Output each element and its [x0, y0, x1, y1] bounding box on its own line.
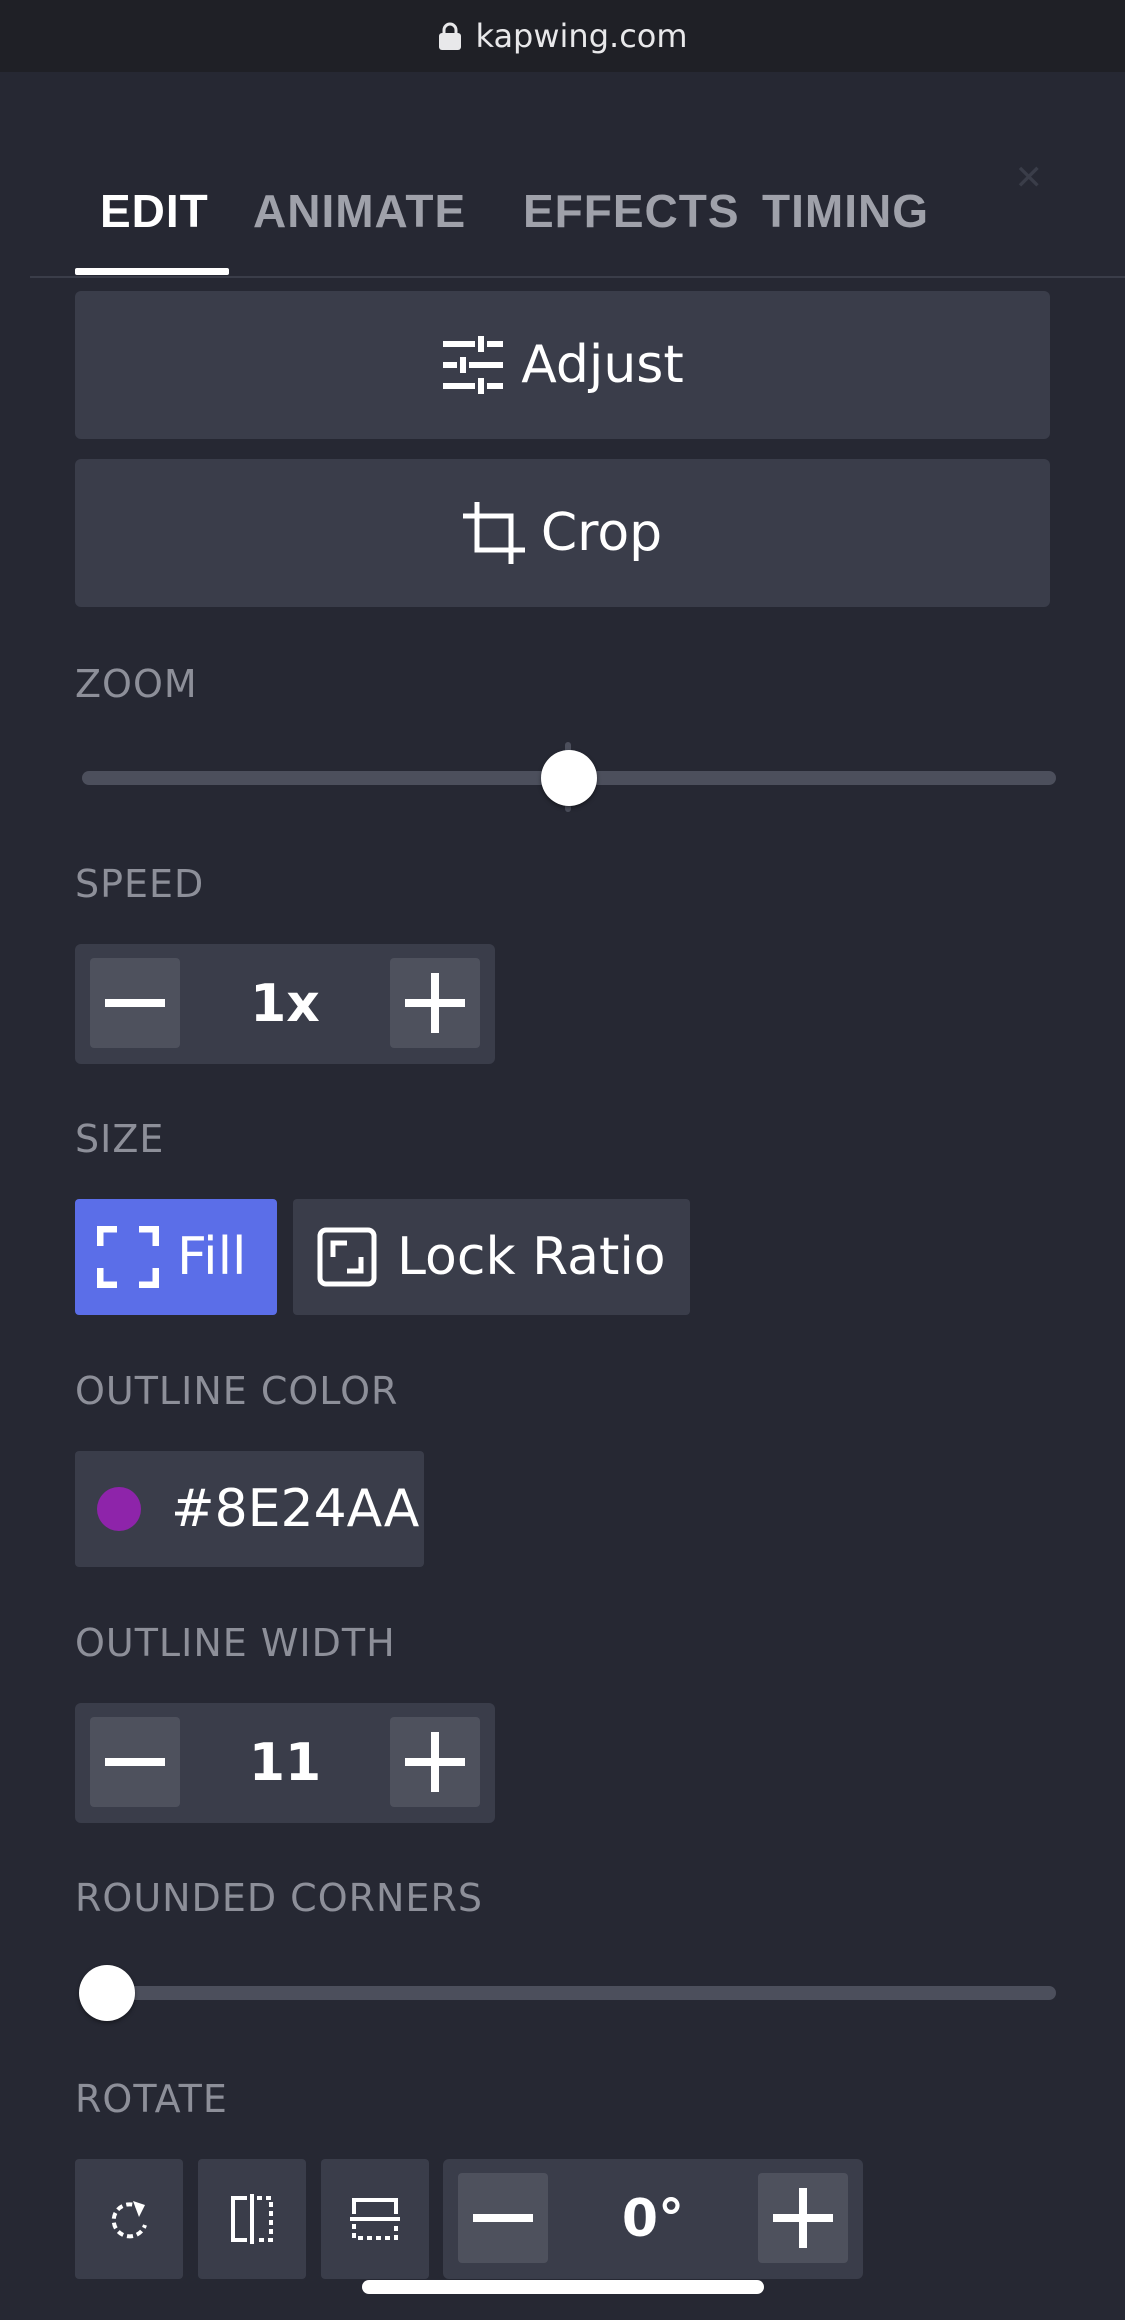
outline-color-value: #8E24AA	[171, 1479, 420, 1539]
lock-ratio-icon	[317, 1227, 377, 1287]
minus-icon	[473, 2214, 533, 2222]
speed-increase-button[interactable]	[390, 958, 480, 1048]
rounded-corners-slider-thumb[interactable]	[79, 1965, 135, 2021]
outline-color-swatch	[97, 1487, 141, 1531]
rounded-corners-slider-track[interactable]	[82, 1986, 1056, 2000]
browser-url: kapwing.com	[475, 17, 688, 55]
rotate-increase-button[interactable]	[758, 2173, 848, 2263]
zoom-slider-thumb[interactable]	[541, 750, 597, 806]
minus-icon	[105, 1758, 165, 1766]
adjust-icon	[443, 336, 504, 394]
outline-width-label: OUTLINE WIDTH	[75, 1621, 396, 1665]
outline-width-decrease-button[interactable]	[90, 1717, 180, 1807]
flip-horizontal-button[interactable]	[198, 2159, 306, 2279]
plus-icon	[405, 973, 465, 1033]
rounded-corners-label: ROUNDED CORNERS	[75, 1876, 483, 1920]
rotate-value: 0°	[621, 2189, 685, 2249]
active-tab-indicator	[75, 268, 229, 275]
home-indicator	[362, 2280, 764, 2294]
crop-icon	[462, 502, 525, 564]
lock-ratio-button[interactable]: Lock Ratio	[293, 1199, 690, 1315]
speed-decrease-button[interactable]	[90, 958, 180, 1048]
tab-timing[interactable]: TIMING	[762, 184, 929, 238]
tab-effects[interactable]: EFFECTS	[523, 184, 740, 238]
outline-width-increase-button[interactable]	[390, 1717, 480, 1807]
flip-horizontal-icon	[231, 2194, 273, 2244]
crop-label: Crop	[540, 503, 663, 563]
outline-color-picker[interactable]: #8E24AA	[75, 1451, 424, 1567]
rotate-decrease-button[interactable]	[458, 2173, 548, 2263]
minus-icon	[105, 999, 165, 1007]
speed-label: SPEED	[75, 862, 205, 906]
fill-button[interactable]: Fill	[75, 1199, 277, 1315]
outline-width-stepper: 11	[75, 1703, 495, 1823]
lock-icon	[439, 22, 462, 50]
tab-animate[interactable]: ANIMATE	[253, 184, 466, 238]
plus-icon	[773, 2188, 833, 2248]
flip-vertical-button[interactable]	[321, 2159, 429, 2279]
browser-url-bar[interactable]: kapwing.com	[0, 0, 1125, 72]
speed-stepper: 1x	[75, 944, 495, 1064]
lock-ratio-label: Lock Ratio	[397, 1227, 666, 1287]
rotate-icon	[111, 2201, 147, 2239]
fill-label: Fill	[177, 1227, 247, 1287]
editor-tabs: EDIT ANIMATE EFFECTS TIMING	[30, 170, 1125, 278]
adjust-button[interactable]: Adjust	[75, 291, 1050, 439]
rotate-stepper: 0°	[443, 2159, 863, 2279]
fill-icon	[97, 1226, 159, 1288]
flip-vertical-icon	[350, 2198, 400, 2240]
outline-width-value: 11	[248, 1733, 322, 1793]
plus-icon	[405, 1732, 465, 1792]
speed-value: 1x	[250, 974, 320, 1034]
outline-color-label: OUTLINE COLOR	[75, 1369, 399, 1413]
size-label: SIZE	[75, 1117, 165, 1161]
rotate-label: ROTATE	[75, 2077, 228, 2121]
adjust-label: Adjust	[521, 335, 684, 395]
zoom-label: ZOOM	[75, 662, 198, 706]
tab-edit[interactable]: EDIT	[100, 184, 209, 238]
rotate-button[interactable]	[75, 2159, 183, 2279]
crop-button[interactable]: Crop	[75, 459, 1050, 607]
